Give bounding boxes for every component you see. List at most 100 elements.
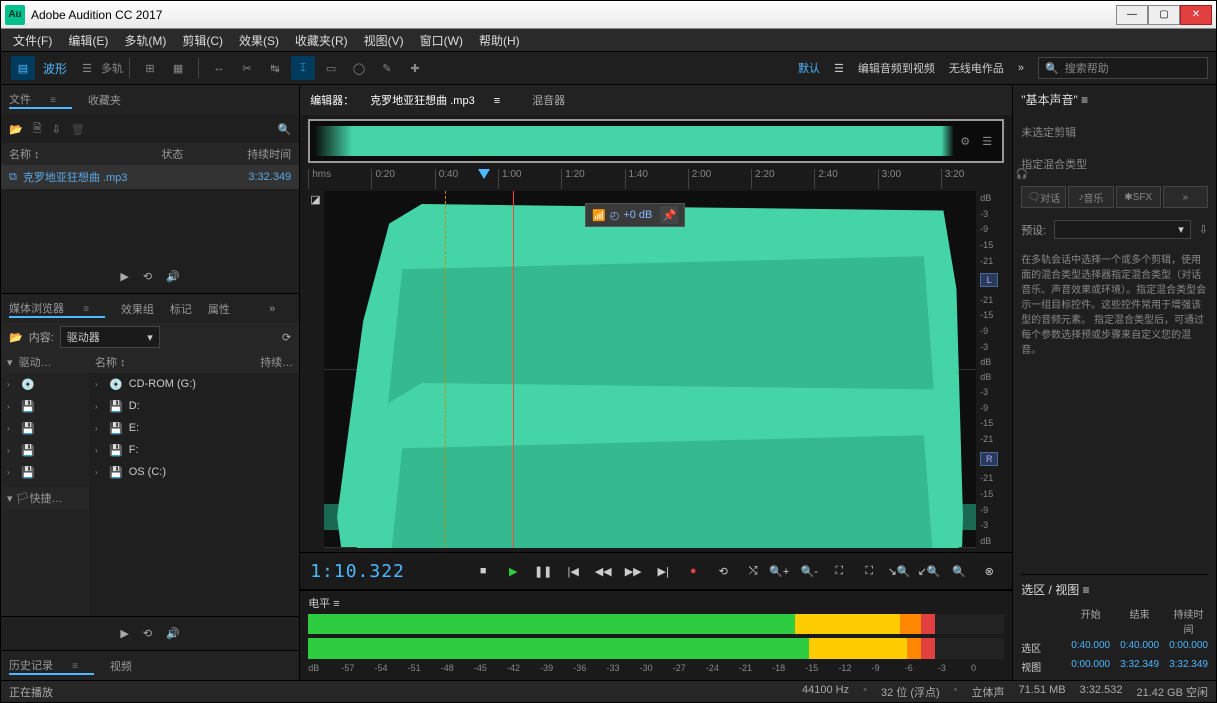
skip-back-button[interactable]: |◀ — [560, 558, 586, 584]
zoom-out-point-icon[interactable]: ↙🔍 — [916, 558, 942, 584]
up-folder-icon[interactable]: 📂 — [9, 331, 23, 344]
dur-col-header[interactable]: 持续… — [260, 354, 293, 370]
forward-button[interactable]: ▶▶ — [620, 558, 646, 584]
search-help-input[interactable]: 🔍 搜索帮助 — [1038, 57, 1208, 79]
filter-icon[interactable]: 🔍 — [277, 123, 291, 136]
tab-fx-rack[interactable]: 效果组 — [121, 301, 154, 317]
drives-col-header[interactable]: ▾ 驱动… — [1, 351, 89, 373]
name-col-header[interactable]: 名称 ↕ — [95, 354, 260, 370]
col-status[interactable]: 状态 — [161, 146, 221, 162]
view-end[interactable]: 3:32.349 — [1120, 659, 1159, 674]
tab-properties[interactable]: 属性 — [208, 301, 230, 317]
skip-fwd-button[interactable]: ▶| — [650, 558, 676, 584]
stop-button[interactable]: ■ — [470, 558, 496, 584]
zoom-amp-icon[interactable]: ⊗ — [976, 558, 1002, 584]
spectral-toggle-icon[interactable]: ▦ — [166, 56, 190, 80]
multitrack-view-button[interactable]: ☰ — [75, 56, 99, 80]
workspace-overflow-icon[interactable]: » — [1018, 62, 1024, 74]
content-dropdown[interactable]: 驱动器▾ — [60, 326, 160, 348]
menu-window[interactable]: 窗口(W) — [412, 32, 471, 49]
close-file-icon[interactable]: 🗑 — [71, 123, 85, 136]
lasso-tool-icon[interactable]: ◯ — [347, 56, 371, 80]
zoom-in-point-icon[interactable]: ↘🔍 — [886, 558, 912, 584]
col-name[interactable]: 名称 ↕ — [9, 146, 161, 162]
menu-favorites[interactable]: 收藏夹(R) — [287, 32, 356, 49]
rewind-button[interactable]: ◀◀ — [590, 558, 616, 584]
view-start[interactable]: 0:00.000 — [1071, 659, 1110, 674]
channel-r-badge[interactable]: R — [980, 452, 998, 466]
close-button[interactable]: ✕ — [1180, 5, 1212, 25]
tab-files[interactable]: 文件 ≡ — [9, 91, 72, 109]
timecode-display[interactable]: 1:10.322 — [310, 561, 430, 582]
new-file-icon[interactable]: 🗎 — [33, 120, 42, 139]
import-icon[interactable]: ⇩ — [52, 123, 61, 136]
type-music-button[interactable]: ♪ 音乐 — [1068, 186, 1113, 208]
type-sfx-button[interactable]: ✱ SFX — [1116, 186, 1161, 208]
pin-icon[interactable]: 📌 — [660, 206, 678, 224]
level-meter-r[interactable] — [308, 638, 1004, 659]
slip-tool-icon[interactable]: ↹ — [263, 56, 287, 80]
sel-start[interactable]: 0:40.000 — [1071, 640, 1110, 655]
loop-button[interactable]: ⟲ — [710, 558, 736, 584]
zoom-out-icon[interactable]: 🔍- — [796, 558, 822, 584]
preset-dropdown[interactable]: ▾ — [1054, 220, 1191, 239]
menu-effects[interactable]: 效果(S) — [231, 32, 287, 49]
drive-node[interactable]: ›💿 — [1, 373, 89, 395]
type-more-button[interactable]: » — [1163, 186, 1208, 208]
workspace-audio-video[interactable]: 编辑音频到视频 — [858, 60, 935, 76]
drive-node[interactable]: ›💾 — [1, 395, 89, 417]
col-duration[interactable]: 持续时间 — [221, 146, 291, 162]
waveform-view-button[interactable]: ▤ — [11, 56, 35, 80]
tab-mixer[interactable]: 混音器 — [532, 92, 565, 108]
heal-tool-icon[interactable]: ✚ — [403, 56, 427, 80]
headphone-icon[interactable]: 🎧 — [1016, 169, 1028, 180]
overview-zoom-icon[interactable]: ⚙ — [954, 130, 976, 152]
channel-l-badge[interactable]: L — [980, 273, 998, 287]
record-button[interactable]: ● — [680, 558, 706, 584]
skip-sel-button[interactable]: ⤭ — [740, 558, 766, 584]
mini-loop-icon[interactable]: ⟲ — [143, 627, 152, 640]
tab-media-browser[interactable]: 媒体浏览器 ≡ — [9, 300, 105, 318]
tab-markers[interactable]: 标记 — [170, 301, 192, 317]
workspace-default[interactable]: 默认 — [798, 60, 820, 76]
time-select-tool-icon[interactable]: 𝙸 — [291, 56, 315, 80]
sel-dur[interactable]: 0:00.000 — [1169, 640, 1208, 655]
pause-button[interactable]: ❚❚ — [530, 558, 556, 584]
gain-knob-icon[interactable]: ◴ — [610, 209, 620, 222]
sel-end[interactable]: 0:40.000 — [1120, 640, 1159, 655]
brush-tool-icon[interactable]: ✎ — [375, 56, 399, 80]
workspace-menu-icon[interactable]: ☰ — [834, 62, 844, 75]
zoom-full-icon[interactable]: ⛶ — [826, 558, 852, 584]
tab-history[interactable]: 历史记录 ≡ — [9, 657, 94, 675]
timeline-ruler[interactable]: hms 0:20 0:40 1:00 1:20 1:40 2:00 2:20 2… — [308, 169, 1004, 189]
move-tool-icon[interactable]: ↔ — [207, 56, 231, 80]
mini-loop-icon[interactable]: ⟲ — [143, 270, 152, 283]
waveform-display[interactable]: 📶 ◴ +0 dB 📌 — [324, 191, 976, 548]
tab-editor[interactable]: 编辑器：克罗地亚狂想曲 .mp3 ≡ — [310, 92, 516, 108]
menu-file[interactable]: 文件(F) — [5, 32, 60, 49]
tab-video[interactable]: 视频 — [110, 658, 132, 674]
overview-waveform[interactable]: ⚙ ☰ — [308, 119, 1004, 163]
waveform-label[interactable]: 波形 — [37, 60, 73, 77]
tab-favorites[interactable]: 收藏夹 — [88, 92, 121, 108]
playhead-marker-icon[interactable] — [478, 169, 490, 179]
view-dur[interactable]: 3:32.349 — [1169, 659, 1208, 674]
drive-item[interactable]: ›💾 OS (C:) — [89, 461, 299, 483]
type-dialog-button[interactable]: 🗨 对话 — [1021, 186, 1066, 208]
play-button[interactable]: ▶ — [500, 558, 526, 584]
minimize-button[interactable]: — — [1116, 5, 1148, 25]
channel-toggle-icon[interactable]: ◪ — [310, 193, 322, 206]
menu-help[interactable]: 帮助(H) — [471, 32, 528, 49]
level-meter-l[interactable] — [308, 614, 1004, 635]
drive-node[interactable]: ›💾 — [1, 461, 89, 483]
drive-item[interactable]: ›💿 CD-ROM (G:) — [89, 373, 299, 395]
file-row[interactable]: ⧉ 克罗地亚狂想曲 .mp3 3:32.349 — [1, 165, 299, 189]
menu-view[interactable]: 视图(V) — [356, 32, 412, 49]
refresh-icon[interactable]: ⟳ — [282, 331, 291, 344]
preset-save-icon[interactable]: ⇩ — [1199, 223, 1208, 236]
panel-overflow-icon[interactable]: » — [269, 303, 275, 315]
maximize-button[interactable]: ▢ — [1148, 5, 1180, 25]
menu-multitrack[interactable]: 多轨(M) — [116, 32, 174, 49]
zoom-sel-icon[interactable]: ⛶ — [856, 558, 882, 584]
multitrack-label[interactable]: 多轨 — [101, 60, 123, 76]
